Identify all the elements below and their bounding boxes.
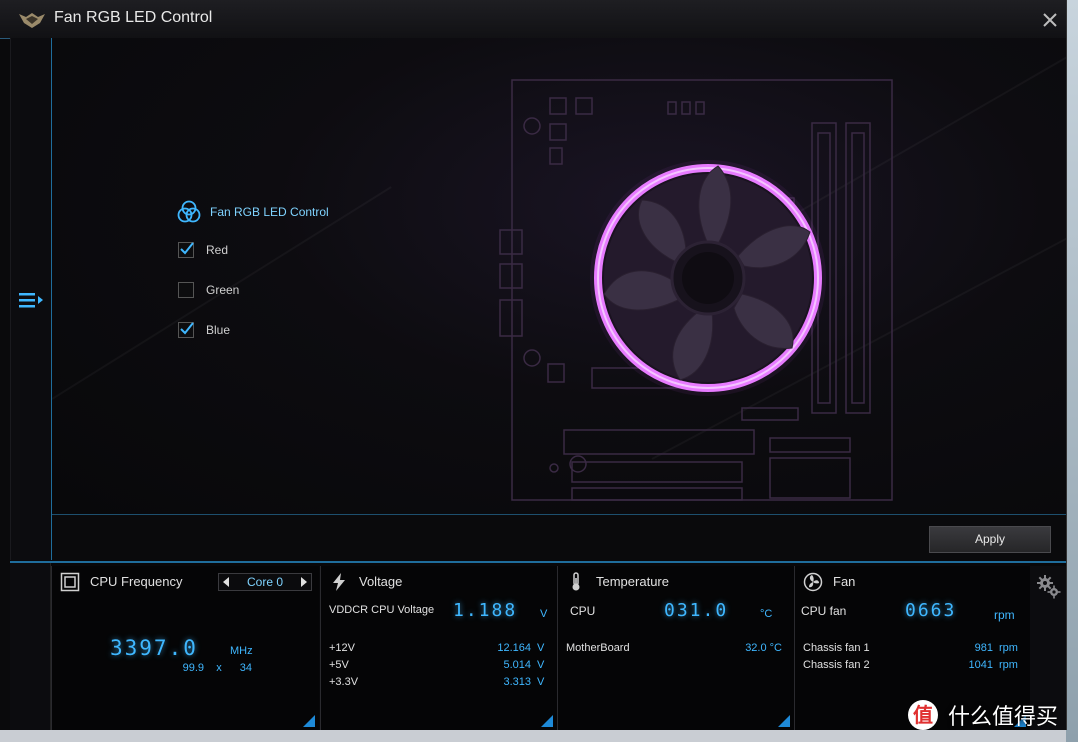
close-icon[interactable] (1040, 10, 1060, 30)
expand-corner-icon[interactable] (303, 715, 315, 727)
temperature-row-label: MotherBoard (566, 642, 630, 654)
rgb-circles-icon (177, 200, 201, 223)
checkbox-red[interactable]: Red (178, 240, 228, 260)
voltage-main-unit: V (540, 608, 548, 620)
main-area: Fan RGB LED Control Red Green Blue (52, 38, 1066, 515)
chevron-right-icon[interactable] (301, 577, 307, 587)
temperature-title: Temperature (596, 574, 669, 589)
app-window: Fan RGB LED Control Fan RGB LED Control … (0, 0, 1067, 730)
led-control-panel: Fan RGB LED Control Red Green Blue (176, 200, 436, 350)
core-selector-label: Core 0 (246, 575, 284, 589)
checkbox-green[interactable]: Green (178, 280, 239, 300)
gear-icon[interactable] (1036, 574, 1062, 600)
apply-button[interactable]: Apply (929, 526, 1051, 553)
desktop-background (1066, 0, 1078, 742)
sidebar (10, 38, 53, 560)
checkbox-label: Red (206, 243, 229, 257)
voltage-row-value: 3.313 (503, 676, 531, 688)
checkmark-icon (180, 242, 194, 255)
voltage-main-label: VDDCR CPU Voltage (329, 604, 435, 616)
checkbox-box[interactable] (178, 322, 194, 338)
expand-corner-icon[interactable] (541, 715, 553, 727)
cpu-frequency-unit: MHz (230, 645, 253, 657)
thermometer-icon (572, 572, 580, 591)
tuf-logo-icon (19, 13, 45, 28)
checkbox-box[interactable] (178, 282, 194, 298)
led-control-header: Fan RGB LED Control (176, 200, 329, 224)
fan-title: Fan (833, 574, 856, 589)
voltage-row-unit: V (537, 659, 545, 671)
expand-corner-icon[interactable] (778, 715, 790, 727)
watermark-text: 什么值得买 (948, 705, 1059, 730)
bus-clock-value: 99.9 (182, 662, 204, 674)
core-selector[interactable]: Core 0 (218, 573, 312, 591)
menu-icon[interactable] (17, 290, 45, 310)
temperature-main-unit: °C (760, 608, 773, 620)
checkbox-box[interactable] (178, 242, 194, 258)
fan-main-unit: rpm (994, 608, 1015, 622)
voltage-row-unit: V (537, 642, 545, 654)
action-bar: Apply (52, 515, 1066, 560)
voltage-row-value: 12.164 (497, 642, 531, 654)
cpu-frequency-title: CPU Frequency (90, 574, 183, 589)
cpu-frequency-panel: CPU Frequency Core 0 3397.0 MHz 99.9 x 3… (51, 566, 319, 730)
voltage-row-label: +3.3V (329, 676, 359, 688)
temperature-panel: Temperature CPU 031.0 °C MotherBoard 32.… (557, 566, 794, 730)
voltage-row-label: +5V (329, 659, 349, 671)
voltage-title: Voltage (359, 574, 403, 589)
checkbox-blue[interactable]: Blue (178, 320, 230, 340)
cpu-ratio-value: 34 (239, 662, 252, 674)
checkmark-icon (180, 322, 194, 335)
site-watermark: 值 什么值得买 (908, 694, 1073, 736)
fan-row-unit: rpm (999, 642, 1018, 654)
motherboard-illustration (499, 79, 893, 501)
temperature-main-value: 031.0 (664, 600, 729, 621)
cpu-frequency-value: 3397.0 (110, 636, 198, 660)
voltage-row-value: 5.014 (503, 659, 531, 671)
checkbox-label: Blue (206, 323, 231, 337)
fan-main-label: CPU fan (801, 604, 847, 618)
cpu-chip-icon (60, 572, 80, 592)
fan-row-unit: rpm (999, 659, 1018, 671)
fan-row-label: Chassis fan 2 (803, 659, 870, 671)
lightning-icon (333, 573, 345, 591)
title-bar: Fan RGB LED Control (0, 0, 1066, 39)
watermark-badge: 值 (908, 700, 938, 730)
checkbox-label: Green (206, 283, 240, 297)
fan-row-value: 1041 (968, 659, 993, 671)
temperature-row-value: 32.0 °C (745, 642, 782, 654)
led-control-title: Fan RGB LED Control (210, 205, 329, 219)
voltage-main-value: 1.188 (453, 600, 518, 621)
window-title: Fan RGB LED Control (54, 9, 213, 26)
multiplier-sign: x (216, 662, 222, 674)
fan-icon (803, 572, 823, 592)
voltage-row-label: +12V (329, 642, 355, 654)
voltage-panel: Voltage VDDCR CPU Voltage 1.188 V +12V 1… (320, 566, 557, 730)
fan-row-value: 981 (974, 642, 993, 654)
voltage-row-unit: V (537, 676, 545, 688)
monitor-left-strip (10, 563, 51, 730)
fan-main-value: 0663 (905, 600, 957, 621)
temperature-main-label: CPU (570, 604, 596, 618)
fan-row-label: Chassis fan 1 (803, 642, 870, 654)
